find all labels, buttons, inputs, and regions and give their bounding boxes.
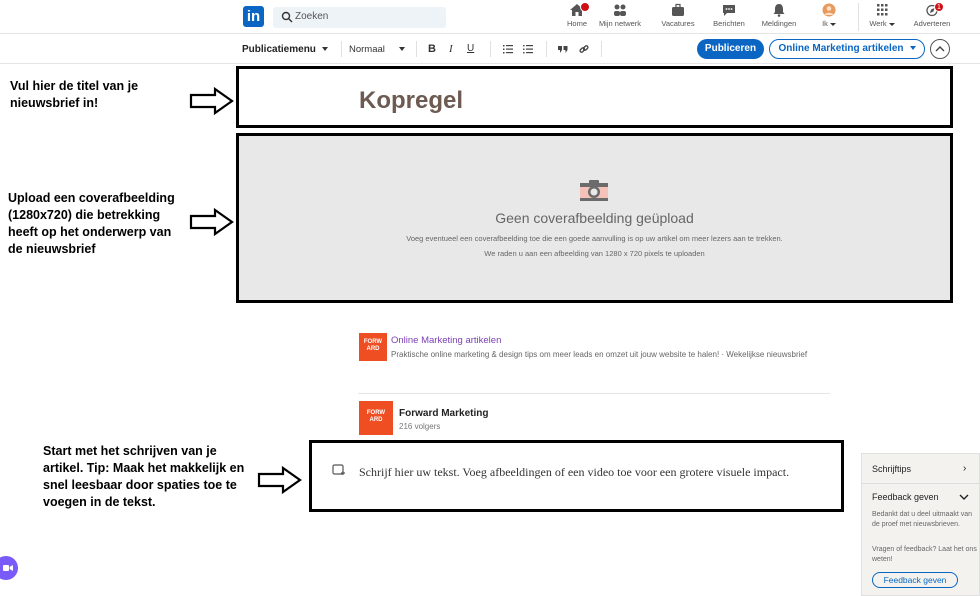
cover-empty-title: Geen coverafbeelding geüpload: [495, 210, 694, 226]
nav-me-label: Ik: [822, 19, 828, 28]
nav-messaging-label: Berichten: [713, 19, 745, 28]
collapse-toolbar-button[interactable]: [930, 39, 950, 59]
author-followers: 216 volgers: [399, 422, 441, 431]
nav-network-label: Mijn netwerk: [598, 19, 642, 28]
italic-button[interactable]: I: [449, 43, 453, 55]
divider: [862, 483, 980, 484]
publish-button[interactable]: Publiceren: [697, 39, 764, 59]
search-placeholder: Zoeken: [295, 11, 329, 22]
cover-image-upload-area[interactable]: Geen coverafbeelding geüpload Voeg event…: [236, 133, 953, 303]
chevron-down-icon: [829, 22, 836, 26]
toolbar-divider: [601, 41, 602, 57]
article-title-field[interactable]: Kopregel: [236, 66, 953, 128]
linkedin-logo-icon[interactable]: in: [243, 6, 264, 27]
chevron-down-icon: [398, 47, 405, 52]
chevron-down-icon: [888, 22, 895, 26]
nav-notifications-label: Meldingen: [761, 19, 797, 28]
avatar-icon: [822, 3, 836, 17]
link-icon[interactable]: [579, 44, 589, 54]
nav-jobs[interactable]: Vacatures: [656, 2, 700, 32]
toolbar-divider: [341, 41, 342, 57]
publication-menu[interactable]: Publicatiemenu: [242, 44, 328, 55]
nav-jobs-label: Vacatures: [661, 19, 695, 28]
nav-work[interactable]: Werk: [864, 2, 900, 32]
nav-divider: [858, 3, 859, 31]
newsletter-name[interactable]: Online Marketing artikelen: [391, 335, 501, 346]
writing-tips-label[interactable]: Schrijftips: [872, 464, 911, 474]
bold-button[interactable]: B: [428, 43, 436, 55]
video-icon: [3, 565, 13, 571]
cover-size-hint: We raden u aan een afbeelding van 1280 x…: [484, 249, 705, 258]
top-navigation: in Zoeken Home Mijn netwerk Vacatures Be…: [0, 0, 980, 34]
arrow-right-icon: [189, 208, 234, 236]
advertise-badge: 1: [934, 2, 944, 12]
bullet-list-icon[interactable]: [523, 44, 533, 54]
publication-menu-label: Publicatiemenu: [242, 44, 316, 55]
briefcase-icon: [672, 3, 684, 16]
search-icon: [281, 11, 293, 23]
nav-notifications[interactable]: Meldingen: [757, 2, 801, 32]
newsletter-select-button[interactable]: Online Marketing artikelen: [769, 39, 925, 59]
arrow-right-icon: [189, 87, 234, 115]
annotation-body-hint: Start met het schrijven van je artikel. …: [43, 444, 245, 509]
text-style-label: Normaal: [349, 44, 385, 55]
writing-help-panel: Schrijftips › Feedback geven Bedankt dat…: [861, 453, 980, 596]
nav-network[interactable]: Mijn netwerk: [589, 2, 651, 32]
editor-toolbar: Publicatiemenu Normaal B I U Publiceren …: [0, 34, 980, 64]
toolbar-divider: [546, 41, 547, 57]
author-logo: FORW ARD: [359, 401, 393, 435]
chevron-up-icon: [935, 46, 945, 52]
newsletter-logo: FORW ARD: [359, 333, 387, 361]
annotation-title-hint: Vul hier de titel van je nieuwsbrief in!: [10, 79, 139, 110]
toolbar-divider: [490, 41, 491, 57]
network-icon: [614, 4, 626, 16]
nav-advertise[interactable]: Adverteren 1: [908, 2, 956, 32]
bell-icon: [773, 4, 785, 17]
article-title-placeholder: Kopregel: [359, 87, 464, 114]
nav-home-label: Home: [566, 19, 587, 28]
feedback-question-text: Vragen of feedback? Laat het ons weten!: [872, 546, 977, 563]
feedback-thanks-text: Bedankt dat u deel uitmaakt van de proef…: [872, 511, 973, 528]
arrow-right-icon: [257, 466, 302, 494]
numbered-list-icon[interactable]: [503, 44, 513, 54]
grid-icon: [877, 4, 888, 16]
feedback-button[interactable]: Feedback geven: [872, 572, 958, 588]
divider: [358, 393, 830, 394]
nav-me[interactable]: Ik: [812, 2, 846, 32]
nav-advertise-label: Adverteren: [913, 19, 951, 28]
chevron-right-icon[interactable]: ›: [963, 463, 966, 474]
video-call-button[interactable]: [0, 556, 18, 580]
article-body-field[interactable]: Schrijf hier uw tekst. Voeg afbeeldingen…: [309, 440, 844, 512]
feedback-heading[interactable]: Feedback geven: [872, 492, 939, 502]
nav-home[interactable]: Home: [562, 2, 592, 32]
author-name[interactable]: Forward Marketing: [399, 408, 488, 419]
messaging-icon: [723, 5, 735, 16]
article-body-placeholder: Schrijf hier uw tekst. Voeg afbeeldingen…: [359, 465, 790, 479]
search-input[interactable]: Zoeken: [273, 7, 446, 28]
newsletter-description: Praktische online marketing & design tip…: [391, 350, 808, 359]
chevron-down-icon: [321, 47, 328, 52]
chevron-down-icon: [909, 46, 916, 51]
toolbar-divider: [416, 41, 417, 57]
underline-button[interactable]: U: [467, 43, 474, 54]
nav-messaging[interactable]: Berichten: [708, 2, 750, 32]
annotation-cover-hint: Upload een coverafbeelding (1280x720) di…: [8, 191, 175, 256]
camera-icon: [580, 180, 608, 201]
quote-icon[interactable]: [558, 44, 568, 54]
newsletter-select-label: Online Marketing artikelen: [778, 43, 904, 54]
text-style-dropdown[interactable]: Normaal: [349, 44, 405, 55]
nav-work-label: Werk: [869, 19, 887, 28]
chevron-down-icon[interactable]: [959, 494, 969, 501]
cover-empty-description: Voeg eventueel een coverafbeelding toe d…: [406, 234, 783, 243]
add-media-icon[interactable]: [332, 464, 346, 476]
